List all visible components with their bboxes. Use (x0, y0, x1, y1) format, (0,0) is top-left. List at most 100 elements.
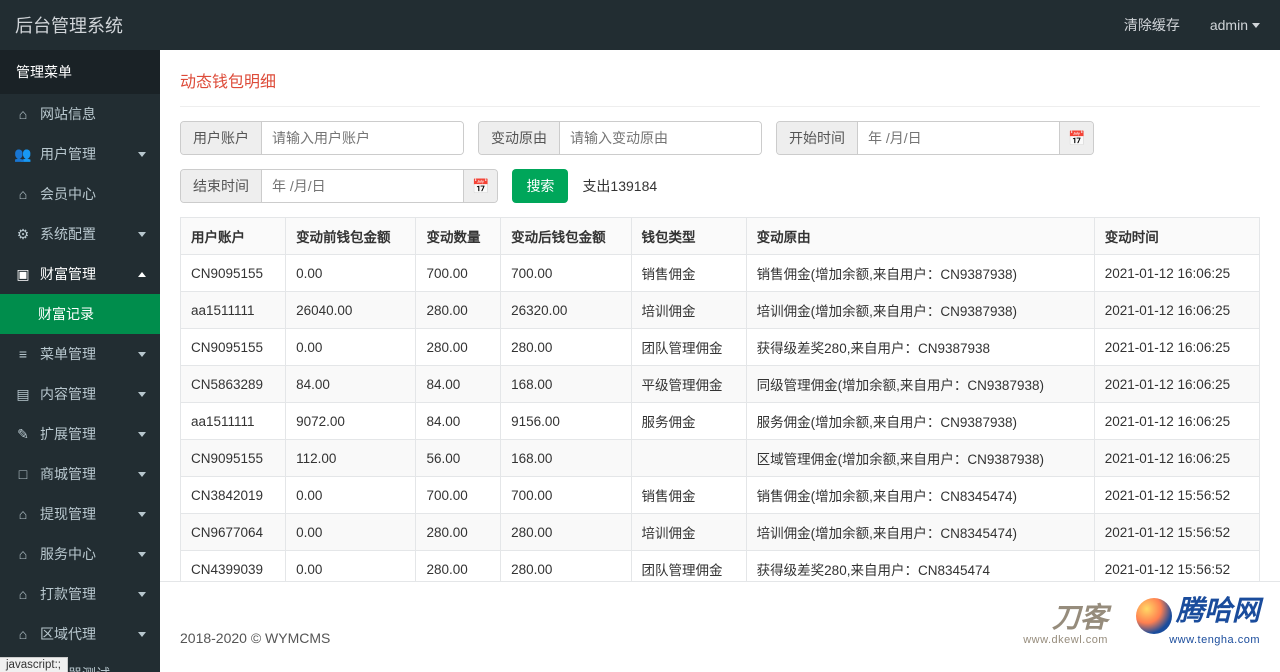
menu-icon: 👥 (14, 146, 32, 163)
table-cell: 团队管理佣金 (631, 329, 746, 366)
table-cell: 2021-01-12 15:56:52 (1094, 477, 1259, 514)
sidebar-subitem[interactable]: 财富记录 (0, 294, 160, 334)
sidebar-item-label: 商城管理 (40, 464, 138, 484)
main: 动态钱包明细 用户账户 变动原由 开始时间 📅 结束时间 (160, 50, 1280, 672)
user-dropdown[interactable]: admin (1210, 17, 1260, 33)
sidebar-item[interactable]: ▤内容管理 (0, 374, 160, 414)
sidebar-item-label: 系统配置 (40, 224, 138, 244)
filter-bar: 用户账户 变动原由 开始时间 📅 结束时间 📅 搜索 (180, 121, 1260, 203)
sidebar-item[interactable]: ⚙系统配置 (0, 214, 160, 254)
sidebar-item[interactable]: ⌂服务中心 (0, 534, 160, 574)
table-cell: 280.00 (501, 329, 631, 366)
table-cell: 同级管理佣金(增加余额,来自用户：CN9387938) (746, 366, 1094, 403)
sidebar-item[interactable]: □商城管理 (0, 454, 160, 494)
table-cell: 培训佣金 (631, 292, 746, 329)
table-cell: 销售佣金(增加余额,来自用户：CN9387938) (746, 255, 1094, 292)
footer: 2018-2020 © WYMCMS 刀客 www.dkewl.com 腾哈网 … (160, 581, 1280, 672)
table-cell: 9156.00 (501, 403, 631, 440)
chevron-down-icon (138, 512, 146, 517)
watermark-th-url: www.tengha.com (1136, 634, 1260, 646)
table-cell: CN9095155 (181, 329, 286, 366)
sidebar-item[interactable]: ✎扩展管理 (0, 414, 160, 454)
sidebar-item[interactable]: ⌂打款管理 (0, 574, 160, 614)
start-time-filter: 开始时间 📅 (776, 121, 1094, 155)
table-cell: 84.00 (286, 366, 416, 403)
sidebar-item[interactable]: ⌂ 提现管理 (0, 494, 160, 534)
table-cell: CN5863289 (181, 366, 286, 403)
table-cell: 2021-01-12 16:06:25 (1094, 403, 1259, 440)
table-row: CN38420190.00700.00700.00销售佣金销售佣金(增加余额,来… (181, 477, 1260, 514)
table-cell: 培训佣金(增加余额,来自用户：CN9387938) (746, 292, 1094, 329)
calendar-icon[interactable]: 📅 (463, 170, 497, 202)
sidebar-item[interactable]: 👥 用户管理 (0, 134, 160, 174)
sidebar-item-label: 用户管理 (40, 144, 138, 164)
table-cell: 团队管理佣金 (631, 551, 746, 581)
table-cell: 服务佣金(增加余额,来自用户：CN9387938) (746, 403, 1094, 440)
calendar-icon[interactable]: 📅 (1059, 122, 1093, 154)
account-input[interactable] (262, 122, 463, 154)
table-cell: CN4399039 (181, 551, 286, 581)
table-cell: 培训佣金 (631, 514, 746, 551)
table-cell: 2021-01-12 16:06:25 (1094, 255, 1259, 292)
chevron-down-icon (138, 352, 146, 357)
browser-statusbar: javascript:; (0, 657, 68, 672)
chevron-down-icon (138, 392, 146, 397)
sidebar-item-label: 扩展管理 (40, 424, 138, 444)
table-cell: CN9095155 (181, 255, 286, 292)
table-cell: 280.00 (501, 551, 631, 581)
table-cell: 2021-01-12 15:56:52 (1094, 551, 1259, 581)
table-cell: 2021-01-12 16:06:25 (1094, 292, 1259, 329)
sidebar-item[interactable]: ⌂区域代理 (0, 614, 160, 654)
table-cell: 168.00 (501, 366, 631, 403)
table-row: aa15111119072.0084.009156.00服务佣金服务佣金(增加余… (181, 403, 1260, 440)
spend-total: 支出139184 (582, 176, 657, 196)
reason-input[interactable] (560, 122, 761, 154)
clear-cache-link[interactable]: 清除缓存 (1124, 15, 1180, 35)
chevron-down-icon (138, 472, 146, 477)
copyright: 2018-2020 © WYMCMS (180, 630, 330, 646)
table-cell: 112.00 (286, 440, 416, 477)
sidebar-item[interactable]: ▣财富管理 (0, 254, 160, 294)
sidebar-item[interactable]: ≡菜单管理 (0, 334, 160, 374)
watermark-dk-url: www.dkewl.com (1023, 634, 1108, 646)
table-row: CN586328984.0084.00168.00平级管理佣金同级管理佣金(增加… (181, 366, 1260, 403)
chevron-down-icon (138, 232, 146, 237)
table-row: CN96770640.00280.00280.00培训佣金培训佣金(增加余额,来… (181, 514, 1260, 551)
table-row: CN90951550.00700.00700.00销售佣金销售佣金(增加余额,来… (181, 255, 1260, 292)
sidebar-item-label: 提现管理 (40, 504, 138, 524)
start-time-label: 开始时间 (777, 122, 858, 154)
reason-filter: 变动原由 (478, 121, 762, 155)
table-cell: 0.00 (286, 255, 416, 292)
table-cell: 700.00 (416, 255, 501, 292)
topbar: 后台管理系统 清除缓存 admin (0, 0, 1280, 50)
sidebar-header: 管理菜单 (0, 50, 160, 94)
search-button[interactable]: 搜索 (512, 169, 568, 203)
start-time-input[interactable] (858, 122, 1059, 154)
menu-icon: ⌂ (14, 506, 32, 522)
chevron-down-icon (138, 592, 146, 597)
table-cell: 168.00 (501, 440, 631, 477)
end-time-input[interactable] (262, 170, 463, 202)
sidebar: 管理菜单 ⌂网站信息 👥 用户管理 ⌂会员中心⚙系统配置▣财富管理财富记录≡菜单管理▤… (0, 50, 160, 672)
chevron-down-icon (138, 432, 146, 437)
table-cell: 获得级差奖280,来自用户：CN8345474 (746, 551, 1094, 581)
table-cell: 2021-01-12 16:06:25 (1094, 366, 1259, 403)
menu-icon: ⌂ (14, 626, 32, 642)
table-row: aa151111126040.00280.0026320.00培训佣金培训佣金(… (181, 292, 1260, 329)
table-cell: 280.00 (416, 514, 501, 551)
table-header: 变动时间 (1094, 218, 1259, 255)
table-cell: 26320.00 (501, 292, 631, 329)
table-cell: 84.00 (416, 366, 501, 403)
sidebar-item[interactable]: ⌂会员中心 (0, 174, 160, 214)
table-cell: 0.00 (286, 514, 416, 551)
table-cell: 700.00 (501, 477, 631, 514)
table-cell: 280.00 (501, 514, 631, 551)
table-cell: 服务佣金 (631, 403, 746, 440)
table-cell: 2021-01-12 16:06:25 (1094, 329, 1259, 366)
menu-icon: ≡ (14, 346, 32, 362)
sidebar-item[interactable]: ⌂网站信息 (0, 94, 160, 134)
chevron-down-icon (138, 152, 146, 157)
sidebar-item-label: 内容管理 (40, 384, 138, 404)
table-cell: 280.00 (416, 292, 501, 329)
table-header: 变动数量 (416, 218, 501, 255)
